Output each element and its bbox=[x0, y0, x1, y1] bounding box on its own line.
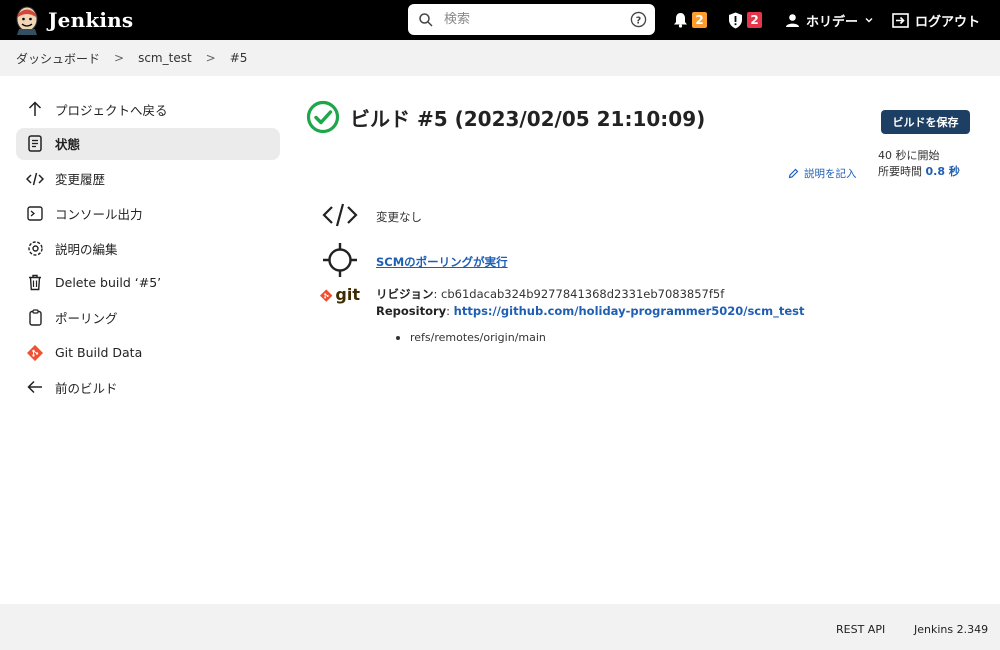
document-icon bbox=[26, 135, 44, 153]
sidebar-item-delete-build[interactable]: Delete build ‘#5’ bbox=[16, 267, 280, 299]
sidebar-item-label: 前のビルド bbox=[55, 380, 118, 396]
repository-url-link[interactable]: https://github.com/holiday-programmer502… bbox=[454, 304, 805, 318]
footer: REST API Jenkins 2.349 bbox=[0, 604, 1000, 650]
rest-api-link[interactable]: REST API bbox=[836, 623, 885, 636]
git-logo-icon bbox=[26, 344, 44, 362]
breadcrumb-separator: > bbox=[114, 51, 125, 65]
ref-name: refs/remotes/origin/main bbox=[410, 331, 546, 344]
sidebar-item-changes[interactable]: 変更履歴 bbox=[16, 163, 280, 195]
search-input[interactable] bbox=[444, 12, 614, 27]
code-icon bbox=[320, 203, 360, 227]
changes-text: 変更なし bbox=[376, 210, 422, 224]
code-icon bbox=[26, 170, 44, 188]
sidebar-item-polling[interactable]: ポーリング bbox=[16, 302, 280, 334]
arrow-up-icon bbox=[26, 100, 44, 118]
clipboard-icon bbox=[26, 309, 44, 327]
notifications-badge: 2 bbox=[692, 12, 707, 28]
git-logo-icon: git bbox=[320, 285, 360, 306]
svg-text:?: ? bbox=[636, 15, 641, 26]
add-description-label: 説明を記入 bbox=[804, 168, 857, 180]
success-check-icon bbox=[306, 100, 340, 134]
breadcrumb-job[interactable]: scm_test bbox=[138, 51, 192, 65]
top-header: Jenkins ? 2 2 ホリデー bbox=[0, 0, 1000, 40]
scm-info: リビジョン: cb61dacab324b9277841368d2331eb708… bbox=[376, 287, 805, 318]
sidebar-item-label: 変更履歴 bbox=[55, 172, 106, 188]
build-title-row: ビルド #5 (2023/02/05 21:10:09) bbox=[306, 100, 705, 134]
sidebar-item-label: プロジェクトへ戻る bbox=[55, 102, 168, 118]
notifications-button[interactable]: 2 bbox=[673, 9, 707, 31]
sidebar-item-previous-build[interactable]: 前のビルド bbox=[16, 371, 280, 403]
jenkins-home-link[interactable]: Jenkins bbox=[14, 5, 133, 35]
arrow-left-icon bbox=[26, 378, 44, 396]
git-logo-text: git bbox=[335, 285, 360, 304]
security-button[interactable]: 2 bbox=[728, 9, 762, 31]
terminal-icon bbox=[26, 204, 44, 222]
sidebar: プロジェクトへ戻る 状態 変更履歴 コンソール出力 説明の編集 Delete b… bbox=[16, 93, 280, 406]
sidebar-item-label: 説明の編集 bbox=[55, 241, 118, 257]
revision-value: cb61dacab324b9277841368d2331eb7083857f5f bbox=[441, 287, 725, 301]
shield-alert-icon bbox=[729, 12, 742, 28]
breadcrumb-separator: > bbox=[205, 51, 216, 65]
repository-label: Repository bbox=[376, 304, 447, 318]
breadcrumb: ダッシュボード > scm_test > #5 bbox=[0, 40, 1000, 76]
sidebar-item-git-build-data[interactable]: Git Build Data bbox=[16, 337, 280, 369]
logout-icon bbox=[892, 12, 909, 28]
security-badge: 2 bbox=[747, 12, 762, 28]
changes-row: 変更なし bbox=[320, 203, 422, 227]
chevron-down-icon bbox=[865, 18, 873, 23]
sidebar-item-label: 状態 bbox=[55, 137, 81, 153]
list-item: refs/remotes/origin/main bbox=[396, 331, 546, 344]
sidebar-item-back-to-project[interactable]: プロジェクトへ戻る bbox=[16, 93, 280, 125]
breadcrumb-dashboard[interactable]: ダッシュボード bbox=[16, 50, 100, 67]
keep-build-button[interactable]: ビルドを保存 bbox=[881, 110, 970, 134]
user-icon bbox=[786, 13, 799, 27]
jenkins-version-link[interactable]: Jenkins 2.349 bbox=[914, 623, 988, 636]
breadcrumb-build[interactable]: #5 bbox=[230, 51, 248, 65]
trash-icon bbox=[26, 274, 44, 292]
crosshair-icon bbox=[320, 242, 360, 278]
build-started: 40 秒に開始 bbox=[878, 149, 940, 162]
build-meta: 40 秒に開始 所要時間 0.8 秒 bbox=[878, 148, 960, 180]
pencil-icon bbox=[788, 168, 799, 179]
jenkins-logo-icon bbox=[16, 6, 38, 35]
sidebar-item-label: ポーリング bbox=[55, 311, 118, 327]
help-icon[interactable]: ? bbox=[630, 11, 647, 28]
duration-label: 所要時間 bbox=[878, 165, 922, 178]
polling-log-link[interactable]: SCMのポーリングが実行 bbox=[376, 255, 508, 269]
add-description-link[interactable]: 説明を記入 bbox=[788, 166, 857, 181]
git-row: git リビジョン: cb61dacab324b9277841368d2331e… bbox=[320, 285, 805, 320]
bullet bbox=[396, 335, 400, 340]
user-name: ホリデー bbox=[806, 14, 859, 30]
sidebar-item-label: Git Build Data bbox=[55, 345, 143, 361]
sidebar-item-status[interactable]: 状態 bbox=[16, 127, 280, 160]
revision-label: リビジョン bbox=[376, 287, 434, 301]
search-icon bbox=[419, 12, 433, 27]
gear-icon bbox=[26, 239, 44, 257]
bell-icon bbox=[674, 13, 687, 28]
page-title: ビルド #5 (2023/02/05 21:10:09) bbox=[350, 106, 706, 131]
jenkins-logo-text: Jenkins bbox=[48, 8, 134, 32]
logout-label: ログアウト bbox=[915, 14, 981, 30]
sidebar-item-label: Delete build ‘#5’ bbox=[55, 275, 162, 291]
sidebar-item-console[interactable]: コンソール出力 bbox=[16, 197, 280, 229]
user-menu[interactable]: ホリデー bbox=[785, 9, 874, 31]
duration-value[interactable]: 0.8 秒 bbox=[926, 165, 960, 178]
logout-button[interactable]: ログアウト bbox=[892, 9, 980, 31]
sidebar-item-edit-description[interactable]: 説明の編集 bbox=[16, 232, 280, 264]
search-box[interactable]: ? bbox=[408, 4, 655, 35]
polling-row: SCMのポーリングが実行 bbox=[320, 242, 508, 278]
sidebar-item-label: コンソール出力 bbox=[55, 206, 143, 222]
